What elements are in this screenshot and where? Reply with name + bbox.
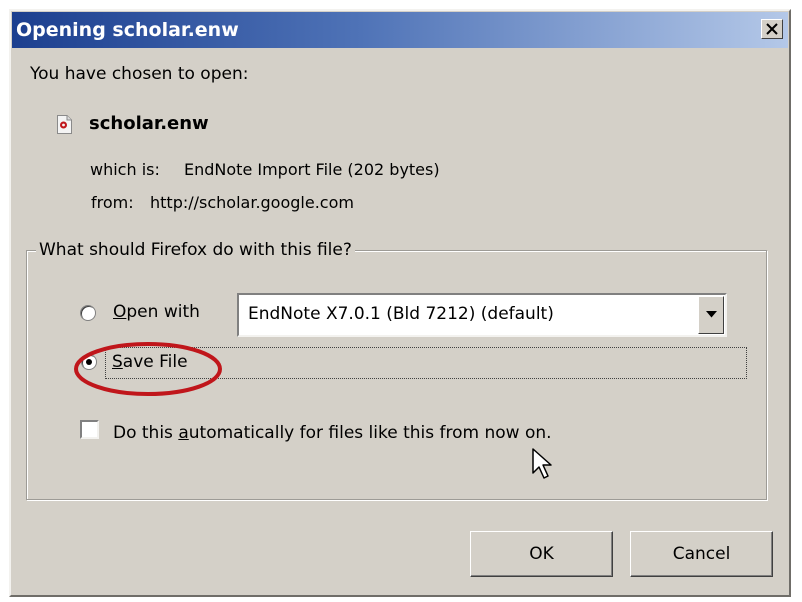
title-bar[interactable]: Opening scholar.enw xyxy=(12,12,788,48)
endnote-file-icon xyxy=(57,115,72,134)
auto-action-checkbox[interactable] xyxy=(80,420,99,439)
ok-button[interactable]: OK xyxy=(470,531,613,577)
chevron-down-icon xyxy=(706,311,717,318)
from-label: from: xyxy=(91,193,134,212)
application-select-toggle[interactable] xyxy=(698,296,724,334)
application-select-value: EndNote X7.0.1 (Bld 7212) (default) xyxy=(248,304,554,324)
auto-label-before: Do this xyxy=(113,423,179,443)
dialog-title: Opening scholar.enw xyxy=(16,19,239,41)
save-file-label-rest: ave File xyxy=(122,352,188,372)
close-icon xyxy=(766,23,778,35)
application-select[interactable]: EndNote X7.0.1 (Bld 7212) (default) xyxy=(237,293,727,337)
open-with-label[interactable]: Open with xyxy=(113,302,200,322)
open-with-label-rest: pen with xyxy=(126,302,200,322)
auto-label-accel: a xyxy=(178,423,189,443)
open-with-radio[interactable] xyxy=(80,305,96,321)
file-type-value: EndNote Import File (202 bytes) xyxy=(184,160,440,179)
mouse-pointer-icon xyxy=(532,448,552,479)
save-file-focus-rect xyxy=(105,347,747,379)
action-group-legend: What should Firefox do with this file? xyxy=(36,240,355,260)
which-is-label: which is: xyxy=(90,160,160,179)
save-file-radio[interactable] xyxy=(81,354,97,370)
save-file-accel: S xyxy=(112,352,123,372)
open-prompt: You have chosen to open: xyxy=(30,64,249,84)
auto-action-label[interactable]: Do this automatically for files like thi… xyxy=(113,423,552,443)
save-file-label[interactable]: Save File xyxy=(112,352,188,372)
close-button[interactable] xyxy=(761,19,783,39)
auto-label-after: utomatically for files like this from no… xyxy=(188,423,552,443)
open-with-accel: O xyxy=(113,302,127,322)
source-url-value: http://scholar.google.com xyxy=(150,193,354,212)
cancel-button[interactable]: Cancel xyxy=(630,531,773,577)
file-name: scholar.enw xyxy=(89,113,209,134)
